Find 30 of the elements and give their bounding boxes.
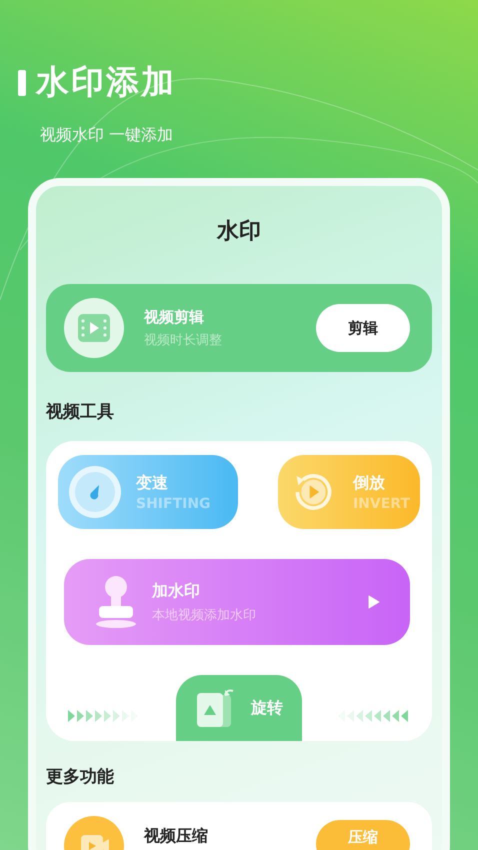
tool-card[interactable]: 加水印 本地视频添加水印	[64, 559, 410, 645]
tool-subtitle: INVERT	[352, 496, 410, 512]
section-heading: 视频工具	[46, 401, 115, 423]
tool-title: 变速	[136, 472, 169, 494]
play-icon	[368, 595, 380, 609]
banner-subtitle: 视频时长调整	[144, 332, 223, 348]
compress-button[interactable]: 压缩	[316, 820, 410, 850]
tool-card[interactable]: 变速 SHIFTING	[58, 455, 238, 529]
panel-title: 水印	[216, 218, 262, 246]
tool-subtitle: 本地视频添加水印	[152, 606, 257, 624]
arrows-icon	[68, 709, 140, 723]
tool-title: 加水印	[152, 580, 201, 602]
page-title: 水印添加	[36, 61, 176, 103]
page-subtitle: 视频水印 一键添加	[40, 125, 174, 146]
tool-card[interactable]: 倒放 INVERT	[278, 455, 420, 529]
stamp-icon	[94, 574, 138, 630]
accent-bar	[18, 70, 26, 96]
banner-title: 视频剪辑	[144, 308, 205, 326]
edit-banner[interactable]: 视频剪辑 视频时长调整 剪辑	[46, 284, 432, 372]
feature-title: 视频压缩	[144, 826, 209, 847]
edit-button[interactable]: 剪辑	[316, 304, 410, 352]
tool-title: 倒放	[352, 472, 386, 494]
arrows-icon	[338, 709, 410, 723]
gauge-icon	[68, 465, 122, 519]
feature-card[interactable]: 视频压缩 压缩	[46, 802, 432, 850]
rotate-tab[interactable]: 旋转	[176, 675, 302, 741]
tool-subtitle: SHIFTING	[136, 496, 212, 512]
film-icon	[77, 313, 111, 343]
section-heading: 更多功能	[46, 766, 115, 788]
tool-title: 旋转	[251, 698, 283, 718]
